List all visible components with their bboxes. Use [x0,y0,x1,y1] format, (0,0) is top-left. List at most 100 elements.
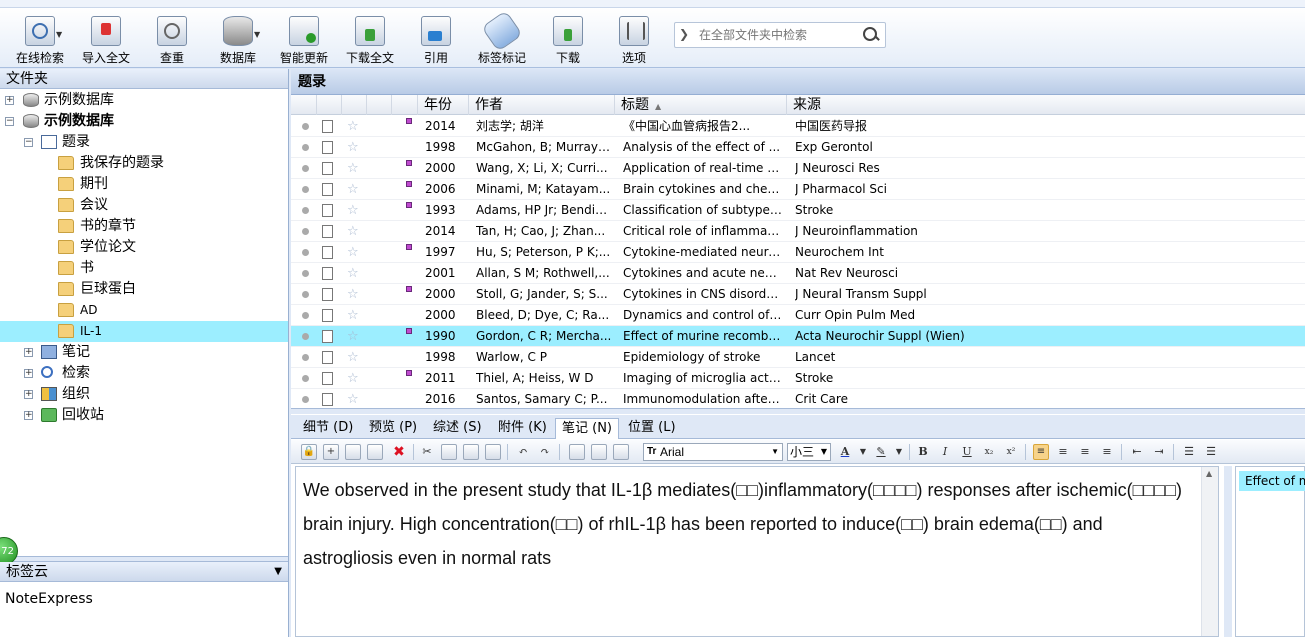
read-status-icon[interactable] [302,123,309,130]
tree-item-search[interactable]: + 检索 [0,363,288,384]
highlight-dropdown-icon[interactable]: ▼ [891,444,907,460]
tree-item-journals[interactable]: 期刊 [0,174,288,195]
read-status-icon[interactable] [302,186,309,193]
star-icon[interactable]: ☆ [347,389,359,410]
highlight-color-icon[interactable]: ✎ [873,444,889,460]
tree-item-sample-db-1[interactable]: + 示例数据库 [0,90,288,111]
font-size-select[interactable]: 小三 ▼ [787,443,831,461]
outdent-icon[interactable]: ⇤ [1129,444,1145,460]
table-row[interactable]: ☆ 2016 Santos, Samary C; P... Immunomodulat… [291,389,1305,410]
tree-item-saved-records[interactable]: 我保存的题录 [0,153,288,174]
col-year[interactable]: 年份 [417,95,469,115]
paste-icon[interactable] [463,444,479,460]
document-icon[interactable] [322,120,333,133]
read-status-icon[interactable] [302,228,309,235]
collapse-icon[interactable]: − [24,138,33,147]
tree-item-recycle-bin[interactable]: + 回收站 [0,405,288,426]
tree-item-il-1[interactable]: IL-1 [0,321,288,342]
tree-item-books[interactable]: 书 [0,258,288,279]
lock-icon[interactable]: 🔒 [301,444,317,460]
tab-summary[interactable]: 综述 (S) [427,418,488,439]
bold-icon[interactable]: B [915,444,931,460]
col-star[interactable] [366,95,391,115]
read-status-icon[interactable] [302,144,309,151]
editor-side-splitter[interactable] [1224,466,1232,637]
cite-button[interactable]: 引用 [404,16,468,66]
read-status-icon[interactable] [302,291,309,298]
insert-table-icon[interactable] [591,444,607,460]
folder-search-input[interactable] [697,25,857,45]
expand-icon[interactable]: + [5,96,14,105]
insert-image-icon[interactable] [569,444,585,460]
download-fulltext-button[interactable]: 下载全文 [338,16,402,66]
document-icon[interactable] [322,309,333,322]
indent-icon[interactable]: ⇥ [1151,444,1167,460]
tab-details[interactable]: 细节 (D) [297,418,359,439]
document-icon[interactable] [322,393,333,406]
align-center-icon[interactable]: ≡ [1055,444,1071,460]
database-dropdown-icon[interactable]: ▼ [254,30,260,39]
online-search-dropdown-icon[interactable]: ▼ [56,30,62,39]
star-icon[interactable]: ☆ [347,200,359,221]
star-icon[interactable]: ☆ [347,305,359,326]
read-status-icon[interactable] [302,270,309,277]
star-icon[interactable]: ☆ [347,284,359,305]
side-panel-item[interactable]: Effect of m [1239,471,1305,491]
document-icon[interactable] [322,330,333,343]
expand-icon[interactable]: + [24,369,33,378]
archive-icon[interactable] [345,444,361,460]
document-icon[interactable] [322,204,333,217]
underline-icon[interactable]: U [959,444,975,460]
table-row[interactable]: ☆ 1997 Hu, S; Peterson, P K;... Cytokine-me… [291,242,1305,263]
table-row[interactable]: ☆ 2001 Allan, S M; Rothwell,... Cytokines a… [291,263,1305,284]
tree-item-conferences[interactable]: 会议 [0,195,288,216]
font-color-icon[interactable]: A [837,444,853,460]
read-status-icon[interactable] [302,165,309,172]
table-row[interactable]: ☆ 2000 Bleed, D; Dye, C; Ra... Dynamics and… [291,305,1305,326]
col-read-status[interactable] [316,95,341,115]
document-icon[interactable] [322,372,333,385]
col-title[interactable]: 标题 ▲ [614,95,786,115]
tree-item-sample-db-2[interactable]: − 示例数据库 [0,111,288,132]
table-row[interactable]: ☆ 2014 Tan, H; Cao, J; Zhan... Critical rol… [291,221,1305,242]
search-icon[interactable] [863,26,879,44]
delete-icon[interactable]: ✖ [391,444,407,460]
paste-special-icon[interactable] [485,444,501,460]
options-button[interactable]: 选项 [602,16,666,66]
table-row[interactable]: ☆ 2000 Stoll, G; Jander, S; S... Cytokines … [291,284,1305,305]
download-button[interactable]: 下载 [536,16,600,66]
col-author[interactable]: 作者 [468,95,614,115]
star-icon[interactable]: ☆ [347,263,359,284]
database-button[interactable]: 数据库 [206,16,270,66]
import-fulltext-button[interactable]: 导入全文 [74,16,138,66]
cut-icon[interactable]: ✂ [419,444,435,460]
grid-splitter[interactable] [291,408,1305,414]
star-icon[interactable]: ☆ [347,242,359,263]
table-row[interactable]: ☆ 2011 Thiel, A; Heiss, W D Imaging of micr… [291,368,1305,389]
read-status-icon[interactable] [302,354,309,361]
star-icon[interactable]: ☆ [347,368,359,389]
smart-update-button[interactable]: 智能更新 [272,16,336,66]
table-row[interactable]: ☆ 1993 Adams, HP Jr; Bendix... Classificati… [291,200,1305,221]
tree-item-macroglobulin[interactable]: 巨球蛋白 [0,279,288,300]
tag-cloud-dropdown-icon[interactable]: ▼ [274,562,282,582]
insert-link-icon[interactable] [613,444,629,460]
tag-mark-button[interactable]: 标签标记 [470,10,534,66]
tab-preview[interactable]: 预览 (P) [363,418,423,439]
align-left-icon[interactable]: ≡ [1033,444,1049,460]
tree-item-book-chapters[interactable]: 书的章节 [0,216,288,237]
document-icon[interactable] [322,162,333,175]
note-text[interactable]: We observed in the present study that IL… [296,467,1218,575]
star-icon[interactable]: ☆ [347,179,359,200]
document-icon[interactable] [322,351,333,364]
read-status-icon[interactable] [302,396,309,403]
tree-item-theses[interactable]: 学位论文 [0,237,288,258]
tab-location[interactable]: 位置 (L) [622,418,682,439]
star-icon[interactable]: ☆ [347,158,359,179]
table-row[interactable]: ☆ 2014 刘志学; 胡洋 《中国心血管病报告2... 中国医药导报 [291,116,1305,137]
expand-icon[interactable]: + [24,411,33,420]
col-source[interactable]: 来源 [786,95,1305,115]
document-icon[interactable] [322,288,333,301]
align-justify-icon[interactable]: ≡ [1099,444,1115,460]
online-search-button[interactable]: 在线检索 [8,16,72,66]
